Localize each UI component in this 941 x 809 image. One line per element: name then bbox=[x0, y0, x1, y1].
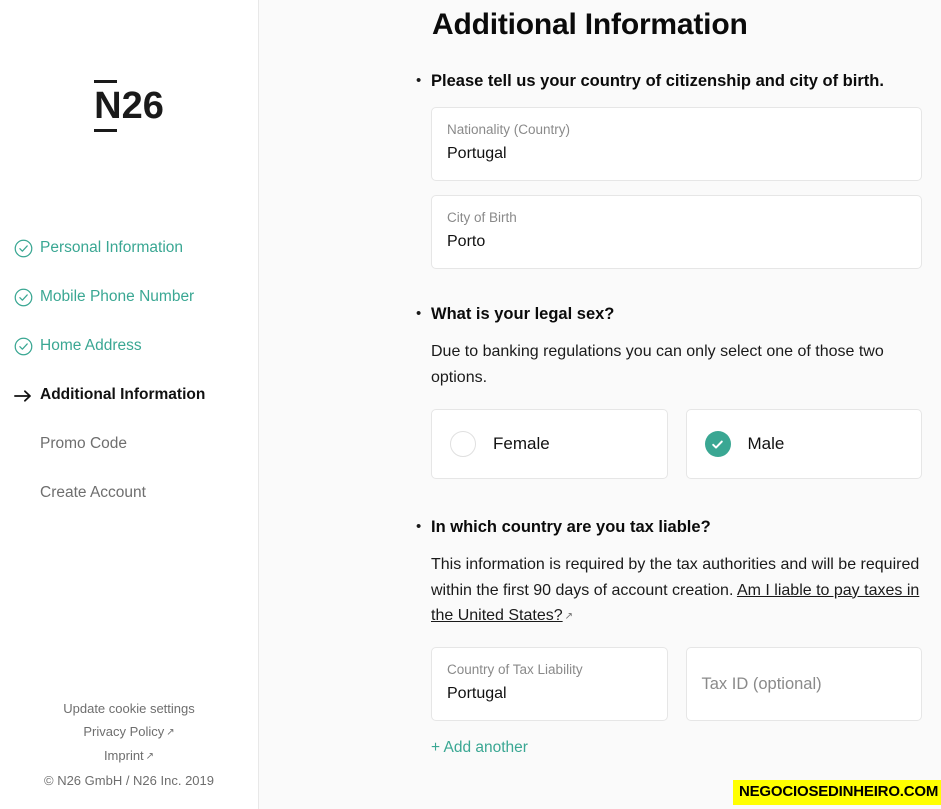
imprint-link[interactable]: Imprint bbox=[104, 748, 144, 763]
country-of-tax-liability-value: Portugal bbox=[447, 684, 507, 702]
external-link-icon: ↗ bbox=[145, 751, 155, 762]
brand: N26 bbox=[0, 80, 258, 132]
sidebar-item-label: Create Account bbox=[40, 484, 146, 502]
footer-row-cookie: Update cookie settings bbox=[0, 698, 258, 721]
sidebar-item-label: Promo Code bbox=[40, 435, 128, 453]
n26-logo: N26 bbox=[94, 80, 164, 132]
sidebar-item-mobile-phone-number[interactable]: Mobile Phone Number bbox=[0, 273, 258, 322]
bullet-icon: • bbox=[416, 305, 422, 322]
country-of-tax-liability-label: Country of Tax Liability bbox=[447, 661, 583, 677]
city-of-birth-label: City of Birth bbox=[447, 210, 517, 225]
sidebar-item-label: Additional Information bbox=[40, 386, 206, 404]
tax-id-field[interactable]: Tax ID (optional) bbox=[685, 646, 922, 721]
nationality-value: Portugal bbox=[447, 145, 507, 162]
legal-sex-option-label: Female bbox=[493, 434, 550, 453]
sidebar: N26 Personal Information Mobile Phone Nu… bbox=[0, 0, 259, 809]
check-circle-icon bbox=[6, 239, 40, 258]
sidebar-item-personal-information[interactable]: Personal Information bbox=[0, 224, 258, 273]
radio-checked-icon[interactable] bbox=[704, 431, 731, 457]
sidebar-item-additional-information[interactable]: Additional Information bbox=[0, 371, 258, 420]
nationality-field[interactable]: Nationality (Country) Portugal bbox=[431, 107, 922, 181]
sidebar-item-label: Home Address bbox=[40, 337, 142, 355]
question-heading: • What is your legal sex? bbox=[415, 303, 922, 325]
legal-sex-option-female[interactable]: Female bbox=[431, 409, 668, 479]
check-circle-icon bbox=[6, 337, 40, 356]
watermark: NEGOCIOSEDINHEIRO.COM bbox=[733, 780, 941, 805]
sidebar-item-promo-code[interactable]: Promo Code bbox=[0, 420, 258, 469]
footer-row-privacy: Privacy Policy ↗ bbox=[0, 721, 258, 746]
footer-row-imprint: Imprint ↗ bbox=[0, 745, 258, 770]
signup-steps-nav: Personal Information Mobile Phone Number bbox=[0, 224, 258, 518]
question-heading: • Please tell us your country of citizen… bbox=[415, 70, 922, 92]
sidebar-footer: Update cookie settings Privacy Policy ↗ I… bbox=[0, 698, 258, 809]
n26-logo-text: N26 bbox=[94, 85, 164, 127]
check-circle-icon bbox=[6, 288, 40, 307]
privacy-policy-link[interactable]: Privacy Policy bbox=[83, 724, 164, 739]
add-another-button[interactable]: + Add another bbox=[431, 739, 528, 757]
city-of-birth-value: Porto bbox=[447, 233, 486, 250]
section-citizenship: • Please tell us your country of citizen… bbox=[416, 70, 922, 269]
city-of-birth-field[interactable]: City of Birth Porto bbox=[431, 195, 922, 269]
legal-sex-option-male[interactable]: Male bbox=[685, 409, 922, 479]
signup-page: N26 Personal Information Mobile Phone Nu… bbox=[0, 0, 941, 809]
arrow-right-icon bbox=[6, 388, 40, 404]
question-text: What is your legal sex? bbox=[431, 305, 615, 323]
bullet-icon: • bbox=[416, 518, 422, 535]
sidebar-item-home-address[interactable]: Home Address bbox=[0, 322, 258, 371]
legal-sex-option-label: Male bbox=[747, 434, 785, 453]
question-heading: • In which country are you tax liable? bbox=[415, 516, 922, 538]
citizenship-fields: Nationality (Country) Portugal City of B… bbox=[431, 107, 922, 269]
question-text: In which country are you tax liable? bbox=[431, 518, 711, 536]
update-cookie-settings-link[interactable]: Update cookie settings bbox=[63, 701, 195, 716]
legal-sex-options: Female Male bbox=[431, 409, 922, 479]
legal-sex-description: Due to banking regulations you can only … bbox=[431, 343, 884, 386]
main-content: Additional Information • Please tell us … bbox=[259, 0, 941, 809]
question-text: Please tell us your country of citizensh… bbox=[431, 72, 884, 90]
external-link-icon: ↗ bbox=[564, 611, 574, 622]
sidebar-item-label: Mobile Phone Number bbox=[40, 288, 195, 306]
sidebar-item-create-account[interactable]: Create Account bbox=[0, 469, 258, 518]
bullet-icon: • bbox=[416, 72, 422, 89]
tax-id-placeholder: Tax ID (optional) bbox=[701, 674, 822, 693]
tax-description: This information is required by the tax … bbox=[431, 552, 921, 631]
section-tax-liability: • In which country are you tax liable? T… bbox=[416, 516, 922, 757]
copyright-text: © N26 GmbH / N26 Inc. 2019 bbox=[44, 772, 214, 788]
external-link-icon: ↗ bbox=[166, 726, 175, 738]
page-title: Additional Information bbox=[432, 8, 748, 41]
sidebar-item-label: Personal Information bbox=[40, 239, 184, 257]
tax-fields-row: Country of Tax Liability Portugal Tax ID… bbox=[431, 646, 922, 721]
radio-unchecked-icon[interactable] bbox=[450, 431, 476, 457]
nationality-label: Nationality (Country) bbox=[447, 122, 571, 137]
section-legal-sex: • What is your legal sex? Due to banking… bbox=[416, 303, 922, 479]
country-of-tax-liability-field[interactable]: Country of Tax Liability Portugal bbox=[431, 646, 668, 721]
